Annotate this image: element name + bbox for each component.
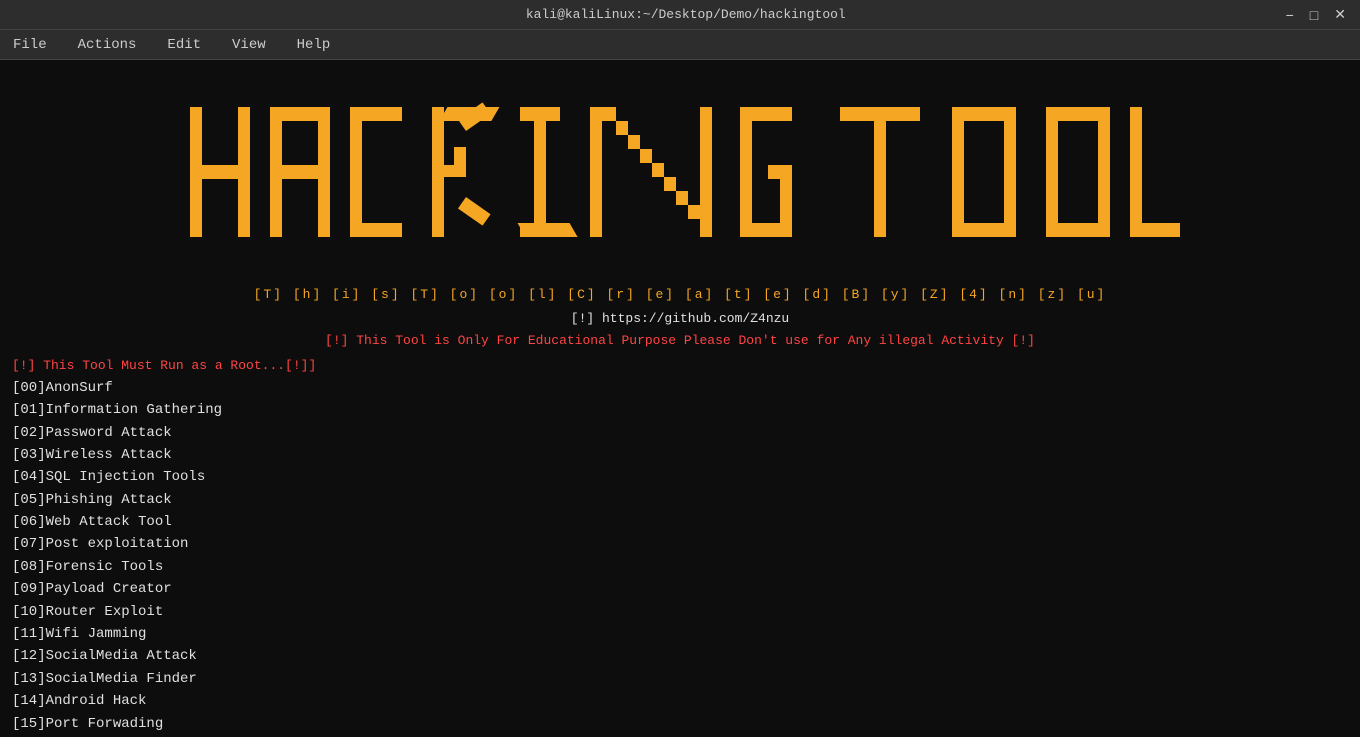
title-bar: kali@kaliLinux:~/Desktop/Demo/hackingtoo…: [0, 0, 1360, 30]
ascii-art-banner: .lt { fill: #f5a623; font-family: 'Couri…: [12, 76, 1348, 282]
menu-help[interactable]: Help: [289, 35, 339, 55]
menu-list-item: [13]SocialMedia Finder: [12, 668, 1348, 690]
maximize-button[interactable]: □: [1306, 6, 1322, 23]
menu-list-item: [04]SQL Injection Tools: [12, 466, 1348, 488]
menu-list-item: [06]Web Attack Tool: [12, 511, 1348, 533]
warning-text: [!] This Tool is Only For Educational Pu…: [12, 332, 1348, 350]
menu-list-item: [01]Information Gathering: [12, 399, 1348, 421]
menu-actions[interactable]: Actions: [70, 35, 145, 55]
ascii-art-text: .lt { fill: #f5a623; font-family: 'Couri…: [180, 76, 1180, 282]
terminal[interactable]: .lt { fill: #f5a623; font-family: 'Couri…: [0, 60, 1360, 737]
menu-list: [00]AnonSurf[01]Information Gathering[02…: [12, 377, 1348, 737]
menu-file[interactable]: File: [5, 35, 55, 55]
menu-edit[interactable]: Edit: [159, 35, 209, 55]
subtitle-line: [T] [h] [i] [s] [T] [o] [o] [l] [C] [r] …: [12, 286, 1348, 304]
github-link: [!] https://github.com/Z4nzu: [12, 310, 1348, 328]
close-button[interactable]: ✕: [1330, 6, 1350, 23]
menu-list-item: [10]Router Exploit: [12, 601, 1348, 623]
menu-list-item: [15]Port Forwading: [12, 713, 1348, 735]
menu-list-item: [00]AnonSurf: [12, 377, 1348, 399]
menu-bar: File Actions Edit View Help: [0, 30, 1360, 60]
must-root-text: [!] This Tool Must Run as a Root...[!]]: [12, 357, 1348, 375]
menu-list-item: [12]SocialMedia Attack: [12, 645, 1348, 667]
menu-list-item: [05]Phishing Attack: [12, 489, 1348, 511]
menu-list-item: [07]Post exploitation: [12, 533, 1348, 555]
menu-view[interactable]: View: [224, 35, 274, 55]
window-title: kali@kaliLinux:~/Desktop/Demo/hackingtoo…: [90, 7, 1282, 22]
window-controls[interactable]: − □ ✕: [1282, 6, 1350, 23]
menu-list-item: [03]Wireless Attack: [12, 444, 1348, 466]
menu-list-item: [02]Password Attack: [12, 422, 1348, 444]
menu-list-item: [14]Android Hack: [12, 690, 1348, 712]
minimize-button[interactable]: −: [1282, 6, 1298, 23]
menu-list-item: [11]Wifi Jamming: [12, 623, 1348, 645]
menu-list-item: [09]Payload Creator: [12, 578, 1348, 600]
menu-list-item: [08]Forensic Tools: [12, 556, 1348, 578]
